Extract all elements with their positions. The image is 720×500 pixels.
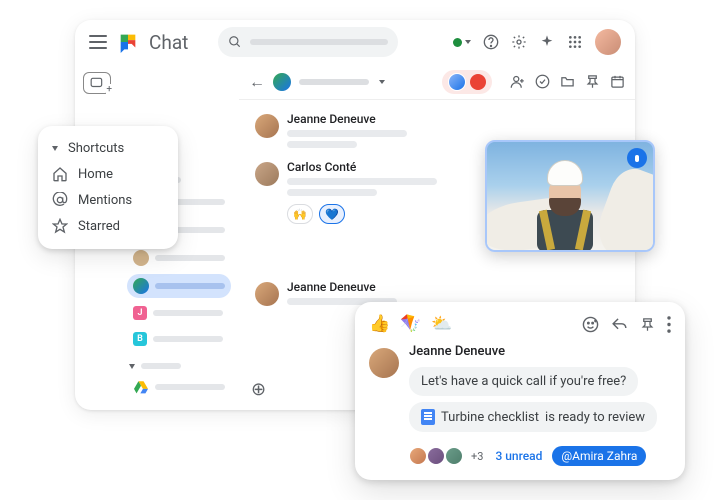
active-call-chip[interactable] bbox=[442, 70, 492, 94]
call-participant-avatar bbox=[448, 73, 466, 91]
more-participants-count: +3 bbox=[471, 450, 483, 463]
shortcuts-heading[interactable]: Shortcuts bbox=[52, 136, 164, 161]
reply-icon[interactable] bbox=[611, 316, 628, 333]
chevron-down-icon[interactable] bbox=[379, 80, 385, 84]
status-indicator[interactable] bbox=[453, 38, 471, 47]
top-actions bbox=[453, 29, 621, 55]
calendar-icon[interactable] bbox=[610, 74, 625, 89]
sender-name: Jeanne Deneuve bbox=[409, 344, 671, 359]
reactions-row: 🙌 💙 bbox=[287, 204, 437, 224]
add-person-icon[interactable] bbox=[510, 74, 525, 89]
app-title: Chat bbox=[149, 31, 188, 54]
new-chat-button[interactable] bbox=[83, 72, 111, 94]
space-avatar bbox=[273, 73, 291, 91]
mention-chip[interactable]: @Amira Zahra bbox=[552, 446, 646, 466]
end-call-icon[interactable] bbox=[470, 74, 486, 90]
star-icon bbox=[52, 218, 68, 234]
mic-active-icon[interactable] bbox=[627, 148, 647, 168]
pin-icon[interactable] bbox=[585, 74, 600, 89]
home-icon bbox=[52, 166, 68, 182]
sidebar-space-item[interactable]: B bbox=[127, 328, 231, 350]
message-actions-popup: 👍 🪁 ⛅ Jeanne Deneuve Let's have a quick … bbox=[355, 302, 685, 480]
video-participant bbox=[529, 160, 601, 252]
search-placeholder bbox=[250, 39, 388, 45]
sender-avatar bbox=[255, 114, 279, 138]
doc-suffix: is ready to review bbox=[545, 410, 645, 425]
message-text bbox=[287, 189, 377, 196]
quick-reaction[interactable]: 🪁 bbox=[400, 314, 421, 334]
back-arrow-icon[interactable]: ← bbox=[249, 72, 265, 92]
gear-icon[interactable] bbox=[511, 34, 527, 50]
sender-avatar bbox=[255, 282, 279, 306]
sidebar-drive-item[interactable] bbox=[127, 376, 231, 398]
shortcut-mentions[interactable]: Mentions bbox=[52, 187, 164, 213]
message-text bbox=[287, 141, 357, 148]
message-text bbox=[287, 130, 407, 137]
doc-name: Turbine checklist bbox=[441, 410, 539, 425]
sender-name: Jeanne Deneuve bbox=[287, 112, 407, 126]
at-icon bbox=[52, 192, 68, 208]
video-call-pip[interactable] bbox=[485, 140, 655, 252]
more-menu-icon[interactable] bbox=[667, 316, 671, 333]
chat-name[interactable] bbox=[299, 79, 369, 85]
chat-logo bbox=[117, 31, 139, 53]
compose-button[interactable]: ⊕ bbox=[251, 379, 266, 400]
task-check-icon[interactable] bbox=[535, 74, 550, 89]
thread-summary[interactable]: +3 3 unread @Amira Zahra bbox=[409, 446, 671, 466]
pin-icon[interactable] bbox=[640, 316, 655, 333]
unread-count[interactable]: 3 unread bbox=[495, 449, 542, 463]
sidebar-dm-item-active[interactable] bbox=[127, 274, 231, 298]
participant-avatar bbox=[445, 447, 463, 465]
chat-header: ← bbox=[239, 64, 635, 100]
sender-name: Carlos Conté bbox=[287, 160, 437, 174]
sender-name: Jeanne Deneuve bbox=[287, 280, 397, 294]
shortcut-home[interactable]: Home bbox=[52, 161, 164, 187]
folder-icon[interactable] bbox=[560, 74, 575, 89]
quick-reaction[interactable]: 👍 bbox=[369, 314, 390, 334]
drive-icon bbox=[133, 380, 149, 394]
sender-avatar bbox=[255, 162, 279, 186]
top-bar: Chat bbox=[75, 20, 635, 64]
quick-reactions-toolbar: 👍 🪁 ⛅ bbox=[369, 314, 671, 334]
menu-icon[interactable] bbox=[89, 35, 107, 49]
emoji-picker-icon[interactable] bbox=[582, 316, 599, 333]
shortcuts-menu: Shortcuts Home Mentions Starred bbox=[38, 126, 178, 249]
participant-avatar bbox=[409, 447, 427, 465]
account-avatar[interactable] bbox=[595, 29, 621, 55]
sender-avatar bbox=[369, 348, 399, 378]
chevron-down-icon bbox=[52, 146, 58, 151]
reaction-chip[interactable]: 💙 bbox=[319, 204, 345, 224]
sidebar-dm-item[interactable] bbox=[127, 246, 231, 270]
message-text bbox=[287, 178, 437, 185]
help-icon[interactable] bbox=[483, 34, 499, 50]
search-icon bbox=[228, 35, 242, 49]
sidebar-section-toggle[interactable] bbox=[127, 360, 231, 372]
quick-reaction[interactable]: ⛅ bbox=[431, 314, 452, 334]
participant-avatar bbox=[427, 447, 445, 465]
search-input[interactable] bbox=[218, 27, 398, 57]
apps-grid-icon[interactable] bbox=[567, 34, 583, 50]
docs-icon bbox=[421, 409, 435, 425]
shortcut-starred[interactable]: Starred bbox=[52, 213, 164, 239]
reaction-chip[interactable]: 🙌 bbox=[287, 204, 313, 224]
sparkle-icon[interactable] bbox=[539, 34, 555, 50]
sidebar-space-item[interactable]: J bbox=[127, 302, 231, 324]
message-bubble-attachment[interactable]: Turbine checklist is ready to review bbox=[409, 402, 657, 432]
message-bubble[interactable]: Let's have a quick call if you're free? bbox=[409, 367, 638, 396]
